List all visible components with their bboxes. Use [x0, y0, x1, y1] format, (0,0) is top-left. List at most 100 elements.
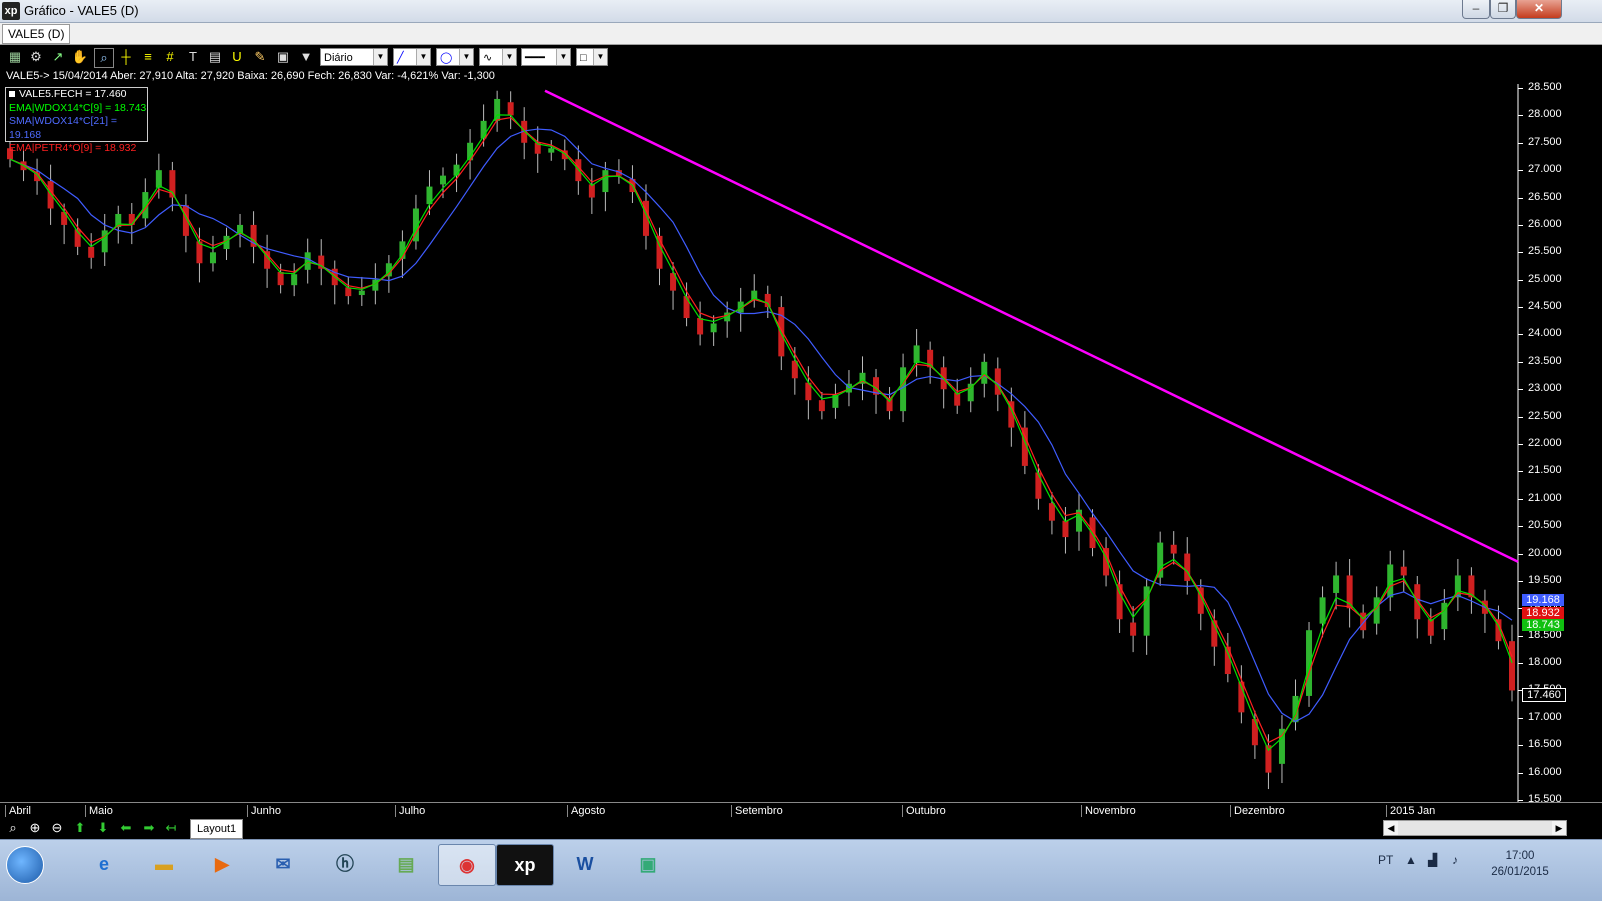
return-icon[interactable]: ↤	[162, 820, 180, 836]
price-axis-label: 23.000	[1528, 382, 1562, 395]
chart-icon[interactable]: ▦	[6, 48, 24, 66]
magnet-icon[interactable]: U	[228, 48, 246, 66]
volume-icon[interactable]: ♪	[1452, 853, 1458, 867]
horizontal-scrollbar[interactable]: ◀ ▶	[1383, 820, 1567, 836]
scroll-left-icon[interactable]: ◀	[1384, 821, 1398, 835]
time-axis: Abril Maio Junho Julho Agosto Setembro O…	[0, 802, 1602, 819]
price-axis-label: 28.500	[1528, 81, 1562, 93]
chevron-down-icon: ▼	[373, 49, 387, 65]
language-indicator[interactable]: PT	[1378, 853, 1393, 867]
candle-body	[101, 230, 108, 253]
arrow-left-icon[interactable]: ⬅	[117, 820, 135, 836]
archive-icon[interactable]: ▤	[378, 844, 434, 884]
clock-time: 17:00	[1505, 850, 1535, 862]
price-axis-label: 28.000	[1528, 108, 1562, 121]
period-select[interactable]: Diário ▼	[320, 48, 388, 66]
hline-icon[interactable]: ≡	[139, 48, 157, 66]
arrow-up-icon[interactable]: ⬆	[71, 820, 89, 836]
price-axis-label: 23.500	[1528, 354, 1562, 367]
close-button[interactable]: ✕	[1516, 0, 1562, 19]
candle-body	[88, 246, 95, 258]
resistance-trendline[interactable]	[544, 89, 1519, 563]
price-axis-tick	[1518, 635, 1523, 637]
price-axis-tick	[1518, 88, 1523, 89]
price-axis-label: 21.500	[1528, 464, 1562, 477]
chrome-icon[interactable]: ◉	[438, 844, 496, 886]
trend-icon[interactable]: ↗	[49, 48, 67, 66]
month-label: Dezembro	[1230, 805, 1285, 817]
candle-body	[1387, 564, 1394, 598]
maximize-button[interactable]: ❐	[1490, 0, 1516, 19]
month-label: Setembro	[731, 805, 783, 817]
photo-icon[interactable]: ▣	[620, 844, 676, 884]
gear-icon[interactable]: ⚙	[27, 48, 45, 66]
start-button[interactable]	[6, 846, 44, 884]
word-icon[interactable]: W	[557, 844, 613, 884]
color-select[interactable]: □ ▼	[576, 48, 608, 66]
candle-body	[764, 293, 771, 308]
hp-icon[interactable]: ⓗ	[317, 844, 373, 884]
candle-body	[1184, 553, 1191, 581]
tab-vale5[interactable]: VALE5 (D)	[2, 24, 71, 44]
candle-body	[602, 170, 609, 193]
calculator-icon[interactable]: ▤	[206, 48, 224, 66]
candle-body	[683, 296, 690, 319]
candle-body	[994, 368, 1001, 395]
zoom-data-icon[interactable]: ⌕	[94, 48, 114, 68]
arrow-right-icon[interactable]: ➡	[140, 820, 158, 836]
tray-expand-icon[interactable]: ▲	[1405, 853, 1417, 867]
media-player-icon[interactable]: ▶	[194, 844, 250, 884]
zoom-out-icon[interactable]: ⊖	[48, 820, 66, 836]
chevron-down-icon: ▼	[459, 49, 473, 65]
zoom-icon[interactable]: ⌕	[4, 820, 22, 836]
price-axis-label: 16.500	[1528, 738, 1562, 751]
month-label: Julho	[395, 805, 425, 817]
candle-body	[1360, 612, 1367, 631]
hand-icon[interactable]: ✋	[71, 48, 89, 66]
arrow-down-icon[interactable]: ⬇	[94, 820, 112, 836]
price-axis-tick	[1518, 663, 1523, 665]
zoom-in-icon[interactable]: ⊕	[26, 820, 44, 836]
price-axis-label: 18.000	[1528, 656, 1562, 669]
candle-body	[900, 367, 907, 412]
candle-body	[913, 345, 920, 363]
price-tag-sma: 19.168	[1522, 594, 1564, 606]
month-label: Junho	[247, 805, 281, 817]
folder-icon[interactable]: ▬	[136, 844, 192, 884]
filter-icon[interactable]: ▼	[297, 48, 315, 66]
legend-item-ema-petr4: EMA|PETR4*O[9] = 18.932	[9, 142, 137, 154]
price-tag-close: 17.460	[1522, 688, 1566, 702]
price-axis-label: 20.500	[1528, 519, 1562, 532]
ie-icon[interactable]: e	[76, 844, 132, 884]
candle-body	[291, 274, 298, 286]
line-style-select[interactable]: ━━━ ▼	[521, 48, 571, 66]
candle-body	[1130, 622, 1137, 636]
quote-info-line: VALE5-> 15/04/2014 Aber: 27,910 Alta: 27…	[6, 70, 495, 82]
network-icon[interactable]: ▟	[1428, 853, 1437, 867]
clipboard-icon[interactable]: ▣	[274, 48, 292, 66]
scroll-right-icon[interactable]: ▶	[1552, 821, 1566, 835]
shape-tool-select[interactable]: ◯ ▼	[436, 48, 474, 66]
text-tool-icon[interactable]: T	[184, 48, 202, 66]
crosshair-icon[interactable]: ┼	[117, 48, 135, 66]
grid-icon[interactable]: #	[161, 48, 179, 66]
layout-tab[interactable]: Layout1	[190, 819, 244, 839]
indicator-select[interactable]: ∿ ▼	[479, 48, 517, 66]
price-axis-label: 17.000	[1528, 710, 1562, 723]
month-label: Abril	[5, 805, 31, 817]
candle-body	[710, 323, 717, 333]
xp-logo-icon: xp	[2, 2, 20, 20]
outlook-icon[interactable]: ✉	[255, 844, 311, 884]
minimize-button[interactable]: –	[1462, 0, 1490, 19]
brush-icon[interactable]: ✎	[251, 48, 269, 66]
candlestick-chart[interactable]	[0, 84, 1602, 804]
price-axis-label: 27.500	[1528, 135, 1562, 148]
xp-icon[interactable]: xp	[496, 844, 554, 886]
chart-toolbar: ▦ ⚙ ↗ ✋ ⌕ ┼ ≡ # T ▤ U ✎ ▣ ▼ Diário ▼ ╱ ▼…	[0, 45, 1602, 69]
color-swatch-icon: □	[580, 52, 587, 64]
system-clock[interactable]: 17:00 26/01/2015	[1485, 848, 1555, 880]
chart-legend: VALE5.FECH = 17.460 EMA|WDOX14*C[9] = 18…	[5, 87, 148, 154]
candle-body	[358, 290, 365, 296]
candle-body	[1062, 520, 1069, 538]
line-tool-select[interactable]: ╱ ▼	[393, 48, 431, 66]
